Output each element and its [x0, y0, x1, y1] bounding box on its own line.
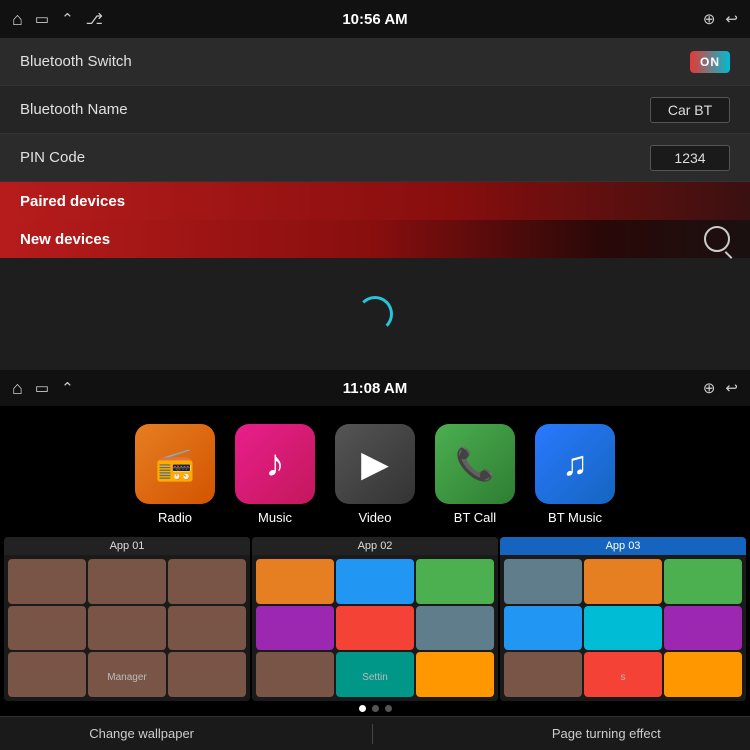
- apps-row: 📻 Radio ♪ Music ▶ Video 📞 BT Call: [0, 406, 750, 537]
- thumb-mini-6: [168, 606, 246, 651]
- bluetooth-name-value[interactable]: Car BT: [650, 97, 730, 123]
- status-bar-right-icons: ⊕ ↩: [703, 10, 738, 28]
- thumb-mini-1: [256, 559, 334, 604]
- thumb-mini-2: [584, 559, 662, 604]
- home-icon[interactable]: ⌂: [12, 9, 23, 30]
- usb-icon: ⎇: [86, 10, 103, 28]
- thumb-mini-4: [256, 606, 334, 651]
- bottom-back-icon[interactable]: ↩: [725, 379, 738, 397]
- new-devices-header: New devices: [0, 220, 750, 258]
- app-item-music[interactable]: ♪ Music: [235, 424, 315, 525]
- thumb-title-app03: App 03: [500, 537, 746, 555]
- top-time: 10:56 AM: [342, 11, 407, 28]
- search-icon[interactable]: [704, 226, 730, 252]
- app-item-radio[interactable]: 📻 Radio: [135, 424, 215, 525]
- screen-icon[interactable]: ▭: [35, 10, 49, 28]
- chevron-up-icon[interactable]: ⌃: [61, 10, 74, 28]
- thumb-title-app01: App 01: [4, 537, 250, 555]
- thumb-mini-4: [504, 606, 582, 651]
- btmusic-label: BT Music: [548, 510, 602, 525]
- radio-icon[interactable]: 📻: [135, 424, 215, 504]
- thumb-mini-2: [336, 559, 414, 604]
- bluetooth-switch-label: Bluetooth Switch: [20, 53, 132, 70]
- top-status-bar: ⌂ ▭ ⌃ ⎇ 10:56 AM ⊕ ↩: [0, 0, 750, 38]
- btcall-icon[interactable]: 📞: [435, 424, 515, 504]
- pin-code-row[interactable]: PIN Code 1234: [0, 134, 750, 182]
- thumb-mini-2: [88, 559, 166, 604]
- app-item-btcall[interactable]: 📞 BT Call: [435, 424, 515, 525]
- btmusic-icon[interactable]: ♫: [535, 424, 615, 504]
- loading-area: [0, 258, 750, 370]
- bottom-screen-icon[interactable]: ▭: [35, 379, 49, 397]
- wallpaper-thumb-app02[interactable]: App 02 Settin: [252, 537, 498, 701]
- thumb-mini-5: [336, 606, 414, 651]
- app-item-video[interactable]: ▶ Video: [335, 424, 415, 525]
- thumb-mini-3: [416, 559, 494, 604]
- location-icon: ⊕: [703, 10, 716, 28]
- bottom-status-right: ⊕ ↩: [703, 379, 738, 397]
- paired-devices-label: Paired devices: [20, 193, 125, 210]
- music-icon[interactable]: ♪: [235, 424, 315, 504]
- thumb-mini-6: [416, 606, 494, 651]
- bottom-chevron-up-icon[interactable]: ⌃: [61, 379, 74, 397]
- thumb-overlay-app01: Manager: [4, 672, 250, 683]
- change-wallpaper-button[interactable]: Change wallpaper: [89, 726, 194, 741]
- btcall-label: BT Call: [454, 510, 496, 525]
- wallpaper-thumb-app03[interactable]: App 03 s: [500, 537, 746, 701]
- page-turning-effect-button[interactable]: Page turning effect: [552, 726, 661, 741]
- bluetooth-settings-panel: ⌂ ▭ ⌃ ⎇ 10:56 AM ⊕ ↩ Bluetooth Switch ON…: [0, 0, 750, 370]
- bluetooth-toggle[interactable]: ON: [690, 51, 730, 73]
- loading-spinner: [357, 296, 393, 332]
- thumb-mini-5: [88, 606, 166, 651]
- thumb-mini-3: [664, 559, 742, 604]
- app-launcher-panel: ⌂ ▭ ⌃ 11:08 AM ⊕ ↩ 📻 Radio ♪ Music: [0, 370, 750, 750]
- thumb-mini-6: [664, 606, 742, 651]
- bottom-home-icon[interactable]: ⌂: [12, 378, 23, 399]
- bottom-time: 11:08 AM: [343, 380, 407, 397]
- bluetooth-switch-row[interactable]: Bluetooth Switch ON: [0, 38, 750, 86]
- page-dots: [0, 701, 750, 716]
- thumb-mini-1: [504, 559, 582, 604]
- back-icon[interactable]: ↩: [725, 10, 738, 28]
- bottom-status-bar: ⌂ ▭ ⌃ 11:08 AM ⊕ ↩: [0, 370, 750, 406]
- wallpaper-thumb-app01[interactable]: App 01 Manager: [4, 537, 250, 701]
- thumb-mini-5: [584, 606, 662, 651]
- pin-code-label: PIN Code: [20, 149, 85, 166]
- dot-1: [359, 705, 366, 712]
- new-devices-label: New devices: [20, 231, 110, 248]
- thumb-overlay-app03: s: [500, 672, 746, 683]
- thumb-title-app02: App 02: [252, 537, 498, 555]
- radio-label: Radio: [158, 510, 192, 525]
- music-label: Music: [258, 510, 292, 525]
- bluetooth-name-label: Bluetooth Name: [20, 101, 128, 118]
- video-icon[interactable]: ▶: [335, 424, 415, 504]
- status-bar-left-icons: ⌂ ▭ ⌃ ⎇: [12, 9, 103, 30]
- thumb-mini-4: [8, 606, 86, 651]
- thumb-overlay-app02: Settin: [252, 672, 498, 683]
- dot-2: [372, 705, 379, 712]
- thumb-mini-3: [168, 559, 246, 604]
- bottom-action-bar: Change wallpaper Page turning effect: [0, 716, 750, 750]
- bottom-location-icon: ⊕: [703, 379, 716, 397]
- settings-content: Bluetooth Switch ON Bluetooth Name Car B…: [0, 38, 750, 370]
- bottom-status-left: ⌂ ▭ ⌃: [12, 378, 74, 399]
- pin-code-value[interactable]: 1234: [650, 145, 730, 171]
- video-label: Video: [358, 510, 391, 525]
- wallpaper-thumbs-row: App 01 Manager App 02: [0, 537, 750, 701]
- app-item-btmusic[interactable]: ♫ BT Music: [535, 424, 615, 525]
- dot-3: [385, 705, 392, 712]
- thumb-mini-1: [8, 559, 86, 604]
- divider: [372, 724, 373, 744]
- bluetooth-name-row[interactable]: Bluetooth Name Car BT: [0, 86, 750, 134]
- paired-devices-header: Paired devices: [0, 182, 750, 220]
